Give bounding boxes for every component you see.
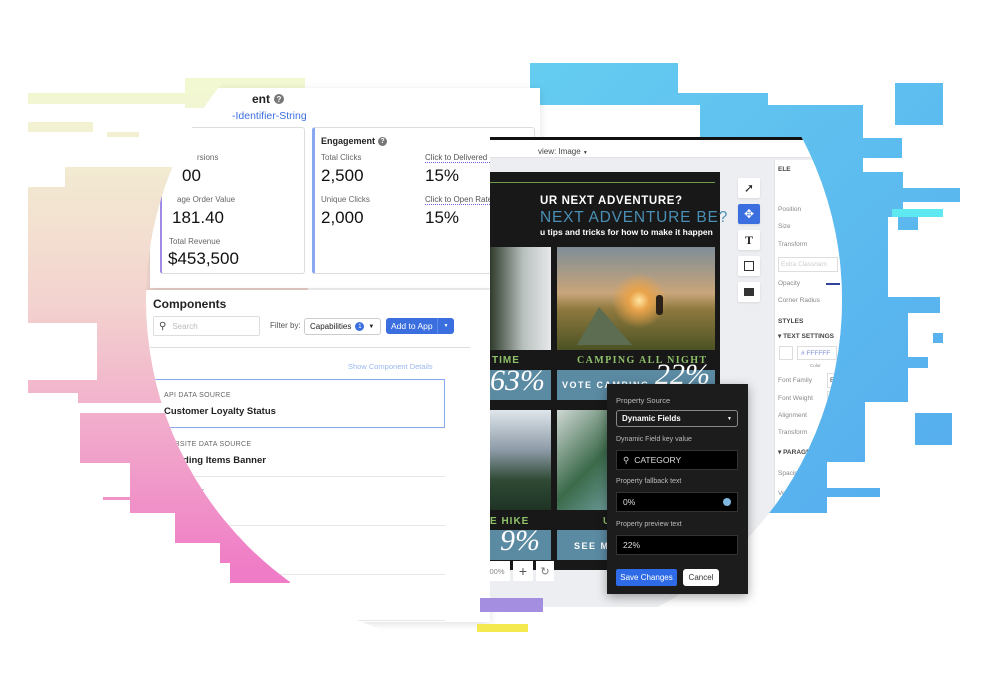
green-rule: [490, 182, 715, 183]
fallback-label: Property fallback text: [616, 478, 682, 485]
move-tool-icon[interactable]: ✥: [738, 204, 760, 224]
preview-input[interactable]: 22%: [616, 535, 738, 555]
search-placeholder: Search: [172, 321, 198, 331]
analytics-title: ent ?: [252, 92, 284, 106]
tile-percent: 9%: [500, 524, 540, 557]
preview-label: Property preview text: [616, 521, 682, 528]
add-to-app-button[interactable]: Add to App ▼: [386, 318, 454, 334]
search-icon: ⚲: [159, 320, 167, 332]
transform-label: Transform: [778, 241, 808, 248]
metric-value: 00: [182, 166, 201, 185]
engagement-title: Engagement ?: [321, 136, 388, 146]
text-settings-heading[interactable]: ▾ TEXT SETTINGS: [778, 332, 834, 340]
total-clicks-value: 2,500: [321, 166, 364, 185]
metric-value: $453,500: [168, 249, 239, 268]
opacity-label: Opacity: [778, 280, 801, 287]
text-transform-label: Transform: [778, 429, 808, 436]
rectangle-tool-icon[interactable]: [738, 256, 760, 276]
metric-label: Total Revenue: [169, 237, 221, 246]
save-changes-button[interactable]: Save Changes: [616, 569, 677, 586]
unique-clicks-value: 2,000: [321, 208, 364, 227]
text-settings-label: TEXT SETTINGS: [783, 333, 834, 340]
mountain-image: [490, 410, 551, 510]
capabilities-filter[interactable]: Capabilities 1 ▼: [304, 318, 381, 335]
zoom-in-button[interactable]: +: [513, 561, 533, 581]
key-value-text: CATEGORY: [634, 455, 682, 465]
color-swatch[interactable]: [779, 346, 793, 360]
purple-accent-bar: [480, 598, 543, 612]
styles-heading: STYLES: [778, 318, 804, 325]
help-icon[interactable]: ?: [274, 94, 284, 104]
property-source-select[interactable]: Dynamic Fields ▼: [616, 410, 738, 427]
key-value-label: Dynamic Field key value: [616, 436, 692, 443]
element-heading: ELE: [778, 166, 791, 173]
camping-image: [557, 247, 715, 350]
font-weight-label: Font Weight: [778, 395, 813, 402]
pointer-tool-icon[interactable]: ➚: [738, 178, 760, 198]
tile-percent: 63%: [490, 364, 545, 397]
click-to-open-value: 15%: [425, 208, 460, 227]
help-icon[interactable]: ?: [378, 136, 388, 146]
property-source-value: Dynamic Fields: [622, 414, 681, 423]
metric-value: 181.40: [172, 208, 224, 227]
chevron-down-icon: ▼: [582, 150, 588, 156]
corner-radius-label: Corner Radius: [778, 297, 820, 304]
filter-value: Capabilities: [310, 322, 352, 331]
identifier-link[interactable]: -Identifier-String: [232, 110, 307, 122]
color-label: Color: [810, 363, 821, 368]
image-tool-icon[interactable]: [738, 282, 760, 302]
email-headline: UR NEXT ADVENTURE?: [540, 195, 683, 207]
view-select[interactable]: view: Image ▼: [538, 147, 588, 156]
email-headline-2: NEXT ADVENTURE BE?: [540, 209, 729, 226]
title-text: ent: [252, 92, 270, 106]
chevron-down-icon[interactable]: ▼: [437, 318, 454, 334]
hiker-shape: [656, 295, 663, 315]
cancel-button[interactable]: Cancel: [683, 569, 719, 586]
analytics-card: ent ? -Identifier-String rsions 00 age O…: [150, 88, 540, 288]
font-family-label: Font Family: [778, 377, 812, 384]
engagement-title-text: Engagement: [321, 136, 376, 146]
tent-shape: [577, 307, 632, 345]
filter-count-badge: 1: [355, 322, 365, 331]
divider: [150, 347, 470, 348]
zoom-level[interactable]: 00%: [484, 561, 510, 581]
extra-classname-input[interactable]: Extra Classnam: [778, 257, 838, 272]
conversions-box: rsions 00 age Order Value 181.40 Total R…: [160, 127, 305, 274]
search-input[interactable]: ⚲ Search: [153, 316, 260, 336]
total-clicks-label: Total Clicks: [321, 153, 362, 162]
reset-zoom-button[interactable]: ↻: [536, 561, 554, 581]
email-subtitle: u tips and tricks for how to make it hap…: [540, 227, 713, 237]
view-label: view: Image: [538, 147, 581, 156]
palette-icon[interactable]: [723, 498, 731, 506]
fallback-value: 0%: [623, 497, 636, 507]
alignment-label: Alignment: [778, 412, 807, 419]
size-label: Size: [778, 223, 791, 230]
chevron-down-icon: ▼: [368, 323, 375, 330]
text-tool-icon[interactable]: T: [738, 230, 760, 250]
list-item[interactable]: WEBSITE DATA SOURCE Trending Items Banne…: [154, 428, 445, 477]
click-to-open-label[interactable]: Click to Open Rate: [425, 195, 493, 205]
cyan-bar: [892, 209, 943, 217]
yellow-accent-bar: [477, 624, 528, 632]
color-input[interactable]: # FFFFFF: [797, 346, 837, 360]
waterfall-image: [490, 247, 551, 350]
filter-label: Filter by:: [270, 321, 301, 330]
metric-label: age Order Value: [177, 195, 236, 204]
metric-label: rsions: [197, 153, 219, 162]
fallback-input[interactable]: 0%: [616, 492, 738, 512]
key-value-input[interactable]: ⚲ CATEGORY: [616, 450, 738, 470]
click-to-delivered-value: 15%: [425, 166, 460, 185]
components-title: Components: [153, 297, 227, 311]
list-item[interactable]: API DATA SOURCE Customer Loyalty Status: [154, 379, 445, 428]
search-icon: ⚲: [623, 454, 630, 465]
item-type: API DATA SOURCE: [164, 392, 231, 399]
opacity-slider[interactable]: [826, 283, 840, 285]
property-source-label: Property Source: [616, 396, 671, 405]
unique-clicks-label: Unique Clicks: [321, 195, 370, 204]
show-details-link[interactable]: Show Component Details: [348, 362, 433, 371]
position-label: Position: [778, 206, 802, 213]
add-to-app-label: Add to App: [391, 321, 433, 331]
item-name: Customer Loyalty Status: [164, 406, 276, 417]
chevron-down-icon: ▼: [727, 415, 732, 422]
